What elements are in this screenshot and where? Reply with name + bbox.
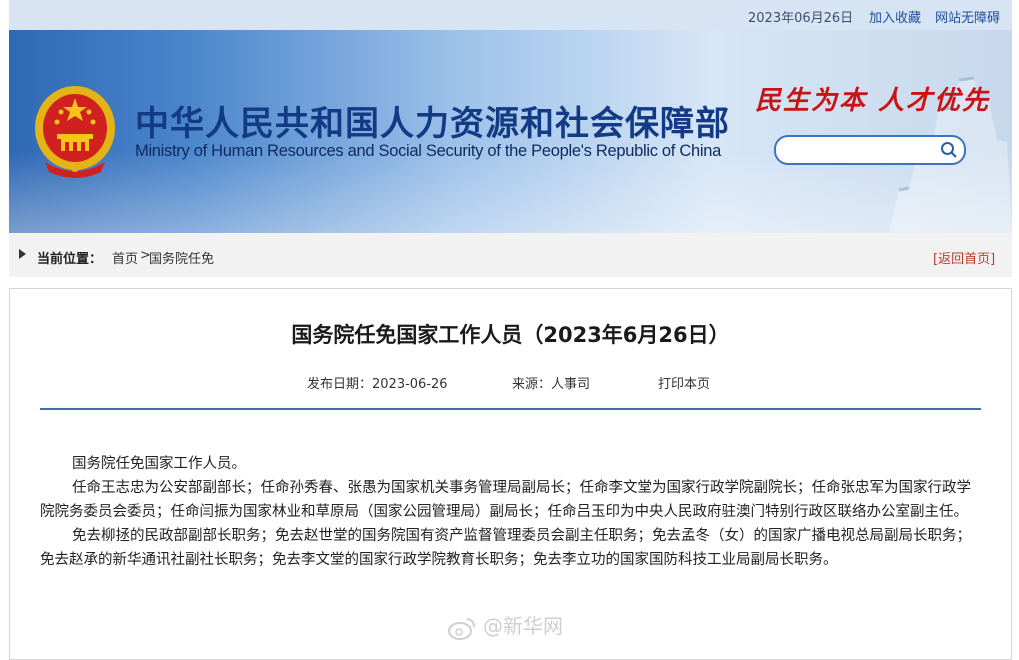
ministry-title-cn: 中华人民共和国人力资源和社会保障部 [135, 104, 730, 144]
article-panel: 国务院任免国家工作人员（2023年6月26日） 发布日期：2023-06-26 … [9, 288, 1012, 660]
article-title: 国务院任免国家工作人员（2023年6月26日） [291, 323, 730, 347]
publish-date: 发布日期：2023-06-26 [307, 377, 448, 392]
search-icon[interactable] [940, 141, 958, 159]
article-body: 国务院任免国家工作人员。 任命王志忠为公安部副部长；任命孙秀春、张愚为国家机关事… [40, 452, 976, 572]
print-page-link[interactable]: 打印本页 [658, 373, 710, 392]
watermark-text: @新华网 [483, 614, 563, 638]
slogan: 民生为本 人才优先 [755, 86, 991, 116]
current-date: 2023年06月26日 [748, 11, 854, 26]
top-utility-bar: 2023年06月26日 加入收藏 网站无障碍 [9, 0, 1012, 30]
breadcrumb-current-link[interactable]: 国务院任免 [149, 248, 214, 267]
watermark: @新华网 [447, 610, 563, 640]
add-favorite-link[interactable]: 加入收藏 [869, 7, 921, 26]
national-emblem-icon [35, 86, 115, 178]
article-paragraph: 任命王志忠为公安部副部长；任命孙秀春、张愚为国家机关事务管理局副局长；任命李文堂… [40, 480, 971, 520]
breadcrumb-arrow-icon [19, 249, 26, 259]
breadcrumb-label: 当前位置： [37, 252, 103, 267]
title-divider [40, 408, 981, 410]
header-banner: 中华人民共和国人力资源和社会保障部 Ministry of Human Reso… [9, 30, 1012, 233]
ministry-title-en: Ministry of Human Resources and Social S… [135, 142, 721, 160]
article-paragraph: 免去柳拯的民政部副部长职务；免去赵世堂的国务院国有资产监督管理委员会副主任职务；… [40, 528, 971, 568]
breadcrumb-home-link[interactable]: 首页 [112, 248, 138, 267]
search-box[interactable] [774, 135, 966, 165]
back-home-link[interactable]: [返回首页] [933, 248, 995, 267]
weibo-logo-icon [448, 617, 475, 640]
accessibility-link[interactable]: 网站无障碍 [935, 7, 1000, 26]
article-paragraph: 国务院任免国家工作人员。 [72, 456, 246, 472]
article-source: 来源：人事司 [512, 377, 591, 392]
breadcrumb: 当前位置： 首页 > 国务院任免 [返回首页] [9, 233, 1012, 277]
